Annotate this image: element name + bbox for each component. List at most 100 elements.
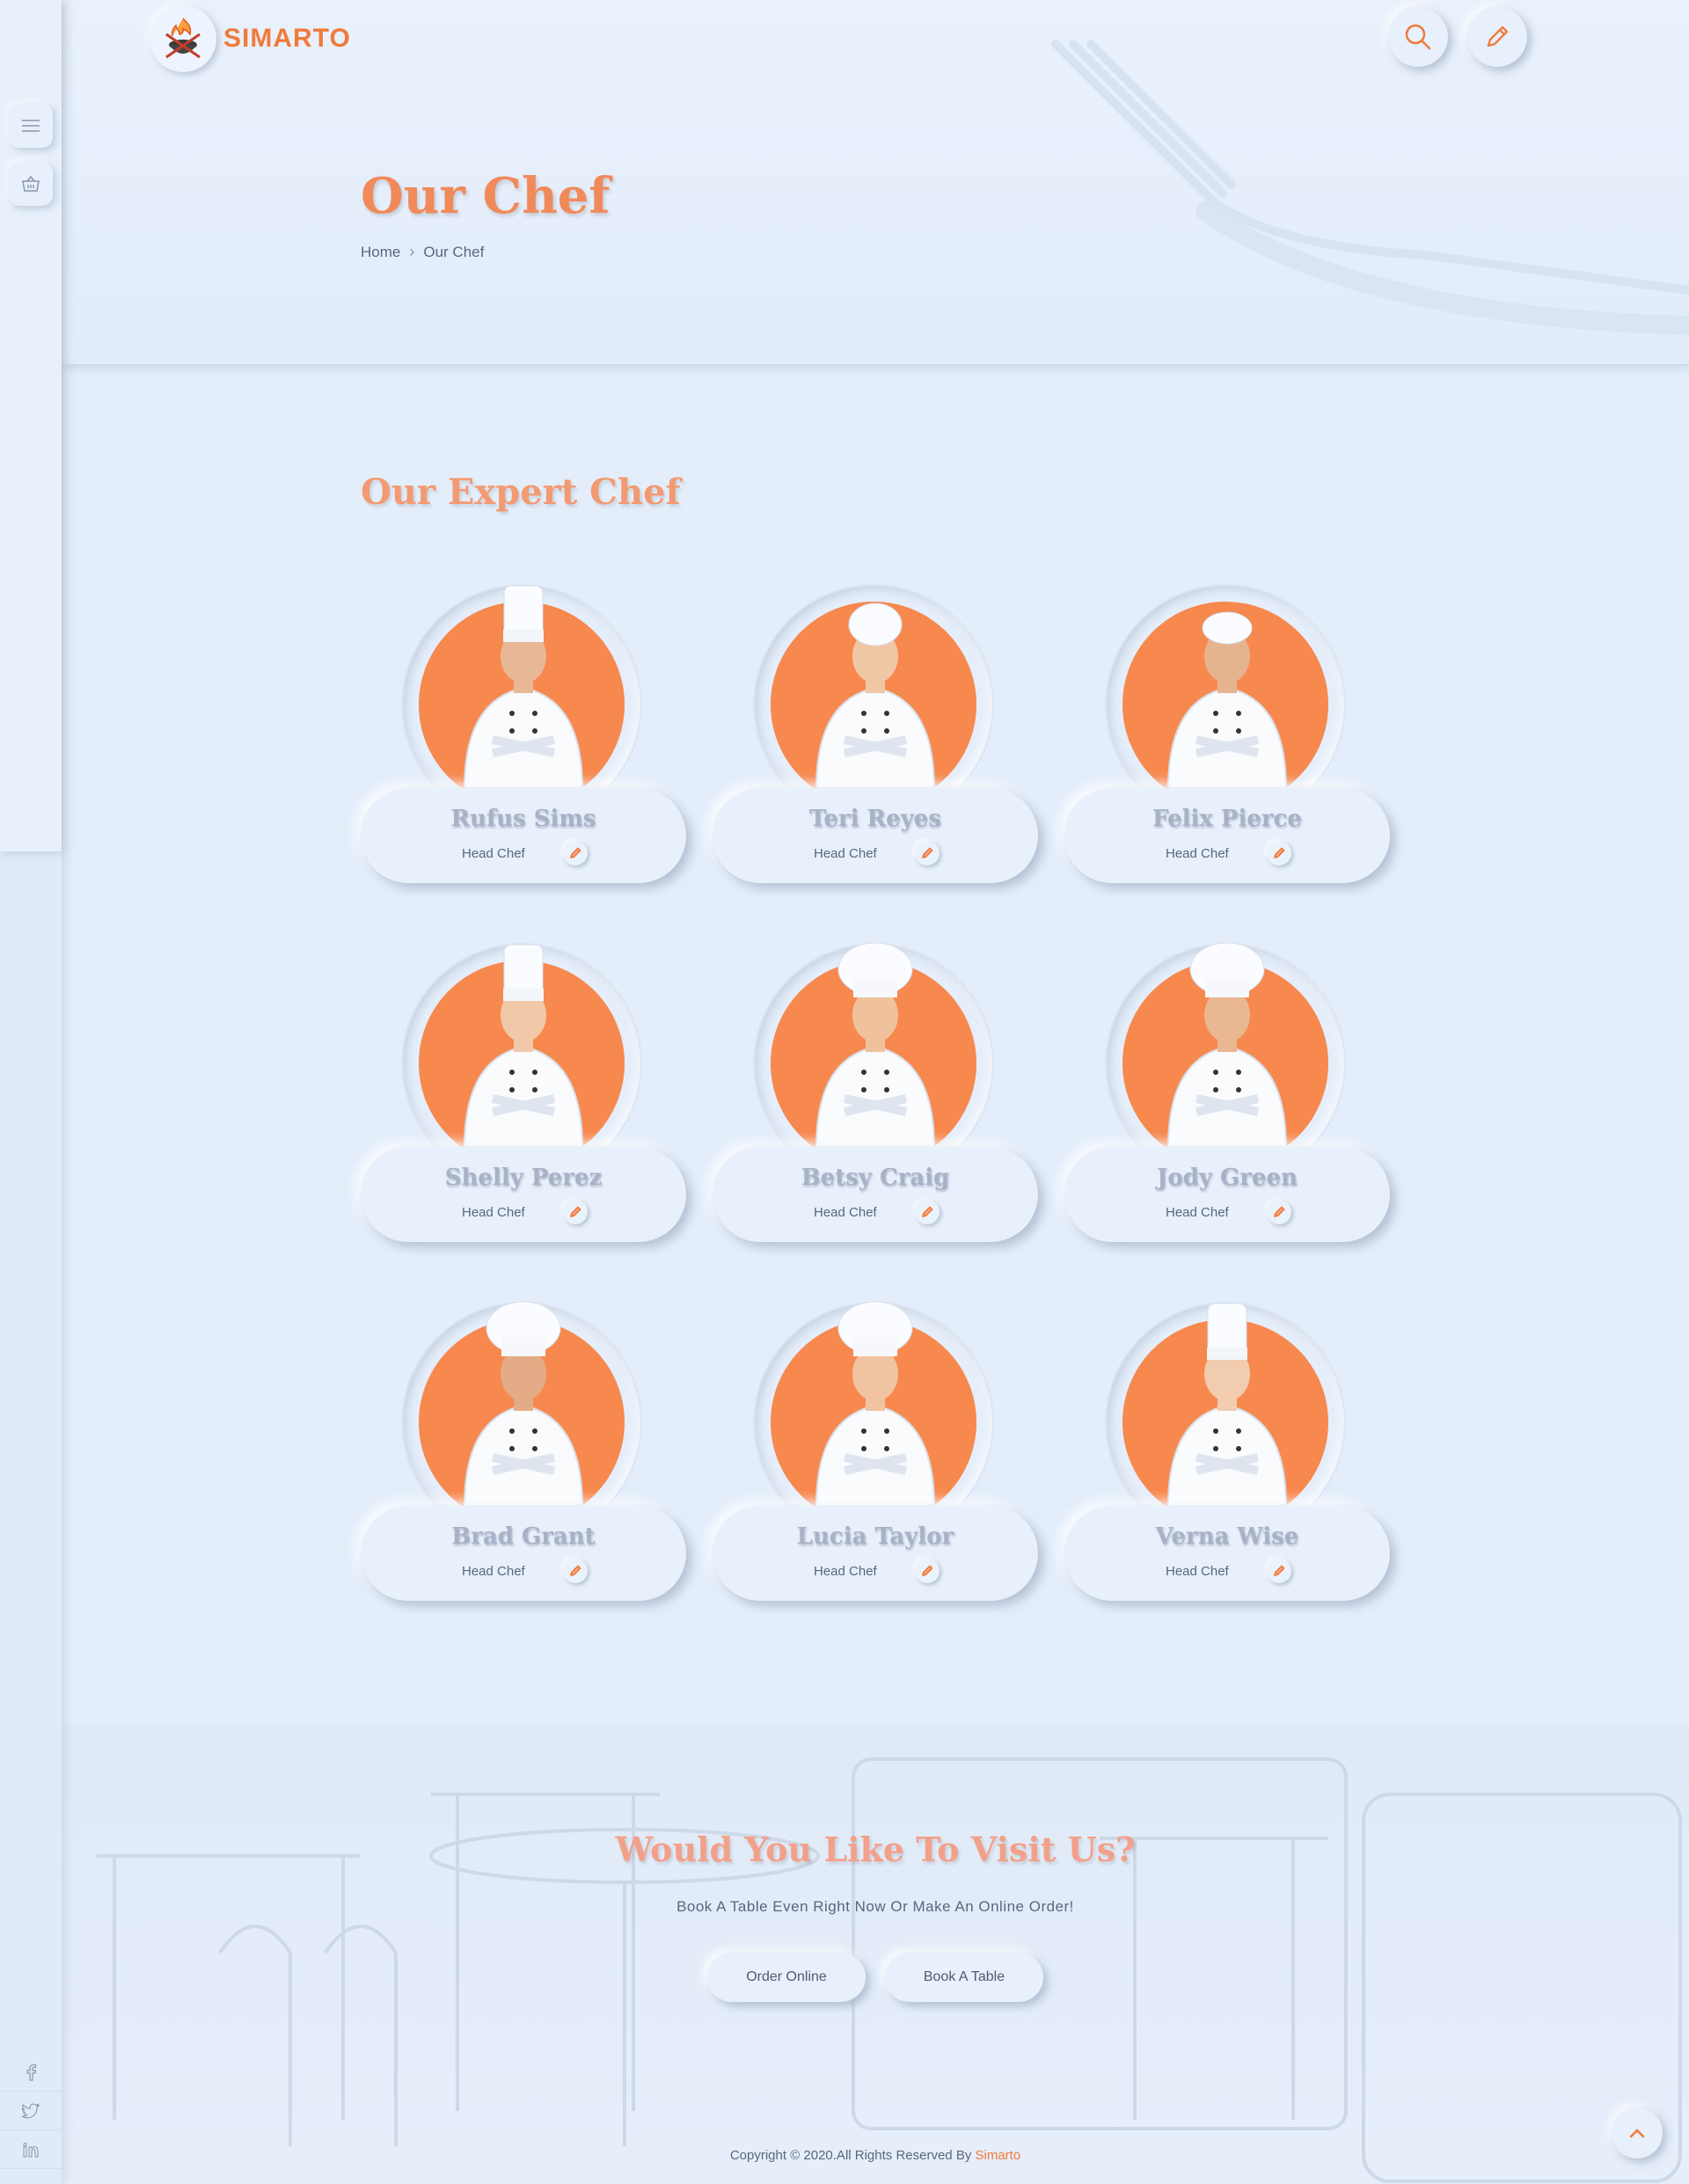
- pencil-icon: [922, 1206, 933, 1217]
- chef-name: Verna Wise: [1155, 1523, 1299, 1550]
- chef-info-card: Betsy Craig Head Chef: [713, 1147, 1038, 1242]
- chef-name: Betsy Craig: [801, 1165, 950, 1191]
- brand-logo[interactable]: SIMARTO: [150, 5, 351, 72]
- pencil-icon: [1274, 1206, 1285, 1217]
- page-header: SIMARTO Our Chef Home › Our Chef: [62, 0, 1689, 366]
- chef-info-card: Rufus Sims Head Chef: [361, 788, 686, 883]
- chevron-right-icon: ›: [409, 243, 415, 260]
- linkedin-icon: [23, 2142, 39, 2157]
- chef-name: Brad Grant: [451, 1523, 596, 1550]
- chef-card: Shelly Perez Head Chef: [361, 892, 686, 1251]
- chef-info-card: Shelly Perez Head Chef: [361, 1147, 686, 1242]
- chef-edit-button[interactable]: [563, 841, 588, 866]
- restaurant-background: [97, 1757, 1682, 2183]
- chef-role: Head Chef: [814, 1564, 877, 1579]
- chef-name: Jody Green: [1157, 1165, 1298, 1191]
- chef-photo: [1166, 611, 1288, 789]
- chef-card: Felix Pierce Head Chef: [1064, 533, 1390, 892]
- edit-button[interactable]: [1467, 7, 1527, 67]
- copyright-text: Copyright © 2020.All Rights Reserved By: [729, 2148, 976, 2163]
- chef-edit-button[interactable]: [563, 1200, 588, 1224]
- pencil-icon: [1274, 1565, 1285, 1576]
- chef-edit-button[interactable]: [1267, 1200, 1291, 1224]
- chevron-up-icon: [1629, 2129, 1645, 2138]
- cutlery-background: [1051, 40, 1689, 335]
- brand-name: SIMARTO: [223, 24, 351, 53]
- chef-edit-button[interactable]: [1267, 841, 1291, 866]
- pencil-icon: [922, 847, 933, 858]
- chef-card: Betsy Craig Head Chef: [713, 892, 1038, 1251]
- pencil-icon: [1274, 847, 1285, 858]
- section-title: Our Expert Chef: [361, 471, 681, 513]
- copyright-brand-link[interactable]: Simarto: [976, 2148, 1021, 2163]
- chef-photo: [1166, 942, 1288, 1148]
- chef-info-card: Verna Wise Head Chef: [1064, 1506, 1390, 1601]
- order-online-button[interactable]: Order Online: [707, 1953, 866, 2002]
- cart-button[interactable]: [9, 162, 53, 206]
- search-icon: [1405, 24, 1431, 50]
- back-to-top-button[interactable]: [1612, 2107, 1663, 2158]
- sidebar-panel: [0, 0, 62, 851]
- search-button[interactable]: [1388, 7, 1448, 67]
- linkedin-link[interactable]: [0, 2130, 62, 2169]
- pencil-icon: [570, 1206, 581, 1217]
- twitter-icon: [21, 2102, 40, 2118]
- chef-card: Verna Wise Head Chef: [1064, 1251, 1390, 1610]
- chef-edit-button[interactable]: [1267, 1559, 1291, 1583]
- cta-title: Would You Like To Visit Us?: [615, 1830, 1136, 1869]
- chef-name: Lucia Taylor: [796, 1523, 954, 1550]
- chef-info-card: Jody Green Head Chef: [1064, 1147, 1390, 1242]
- chef-role: Head Chef: [462, 1564, 525, 1579]
- chef-edit-button[interactable]: [915, 1200, 940, 1224]
- page-title: Our Chef: [361, 167, 611, 225]
- pencil-icon: [922, 1565, 933, 1576]
- chef-edit-button[interactable]: [915, 1559, 940, 1583]
- facebook-link[interactable]: [0, 2053, 62, 2092]
- visit-us-section: Would You Like To Visit Us? Book A Table…: [62, 1724, 1689, 2184]
- chef-role: Head Chef: [814, 846, 877, 861]
- cta-subtitle: Book A Table Even Right Now Or Make An O…: [676, 1898, 1074, 1915]
- copyright: Copyright © 2020.All Rights Reserved By …: [62, 2148, 1689, 2163]
- chef-photo: [815, 1301, 936, 1507]
- pencil-icon: [570, 1565, 581, 1576]
- grill-logo-icon: [165, 18, 201, 59]
- facebook-icon: [26, 2063, 37, 2081]
- chef-name: Teri Reyes: [809, 806, 941, 832]
- chef-card: Teri Reyes Head Chef: [713, 533, 1038, 892]
- breadcrumb-current: Our Chef: [423, 243, 485, 260]
- chef-role: Head Chef: [814, 1205, 877, 1220]
- chef-info-card: Brad Grant Head Chef: [361, 1506, 686, 1601]
- chef-info-card: Lucia Taylor Head Chef: [713, 1506, 1038, 1601]
- chef-card: Lucia Taylor Head Chef: [713, 1251, 1038, 1610]
- hamburger-icon: [22, 120, 40, 132]
- book-table-button[interactable]: Book A Table: [885, 1953, 1043, 2002]
- pencil-icon: [570, 847, 581, 858]
- breadcrumb-home[interactable]: Home: [361, 244, 400, 261]
- chef-card: Rufus Sims Head Chef: [361, 533, 686, 892]
- pencil-icon: [1487, 26, 1509, 47]
- chef-role: Head Chef: [462, 1205, 525, 1220]
- chef-role: Head Chef: [1166, 1564, 1229, 1579]
- chef-info-card: Felix Pierce Head Chef: [1064, 788, 1390, 883]
- logo-badge: [150, 5, 216, 72]
- twitter-link[interactable]: [0, 2092, 62, 2130]
- basket-icon: [22, 175, 40, 192]
- chef-role: Head Chef: [1166, 846, 1229, 861]
- chef-photo: [1166, 1303, 1288, 1507]
- chef-edit-button[interactable]: [915, 841, 940, 866]
- sidebar: [0, 0, 62, 2184]
- chef-role: Head Chef: [462, 846, 525, 861]
- chef-photo: [463, 1301, 584, 1507]
- chef-photo: [815, 942, 936, 1148]
- chef-photo: [463, 944, 584, 1148]
- chef-name: Rufus Sims: [450, 806, 596, 832]
- chef-photo: [463, 585, 584, 789]
- menu-button[interactable]: [9, 104, 53, 148]
- chef-card: Brad Grant Head Chef: [361, 1251, 686, 1610]
- chef-name: Felix Pierce: [1152, 806, 1302, 832]
- breadcrumb: Home › Our Chef: [361, 243, 484, 261]
- chef-name: Shelly Perez: [444, 1165, 603, 1191]
- chef-role: Head Chef: [1166, 1205, 1229, 1220]
- chef-photo: [815, 603, 936, 789]
- chef-edit-button[interactable]: [563, 1559, 588, 1583]
